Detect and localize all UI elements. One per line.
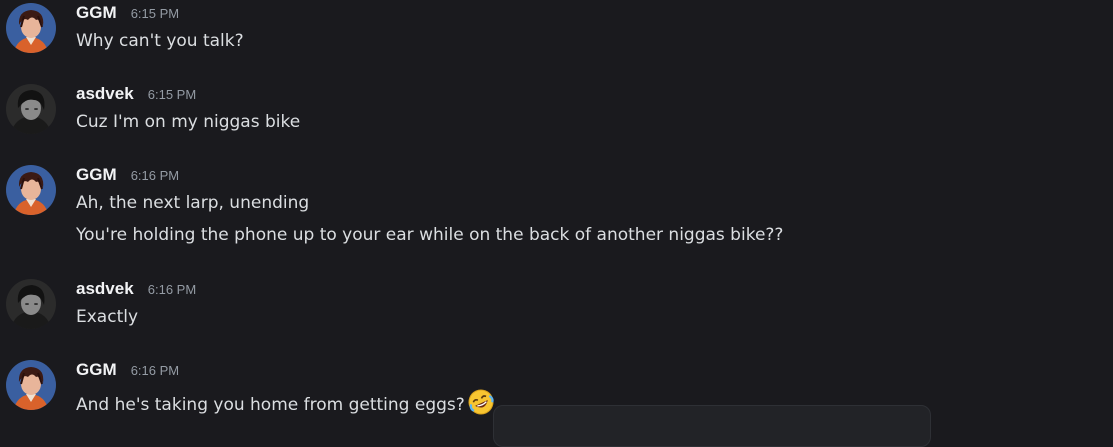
username[interactable]: GGM	[76, 360, 117, 379]
timestamp: 6:16 PM	[147, 282, 197, 297]
message-content: Ah, the next larp, unending	[76, 193, 310, 213]
username[interactable]: asdvek	[76, 84, 134, 103]
message-header: asdvek 6:16 PM	[76, 279, 196, 305]
avatar[interactable]	[6, 165, 56, 215]
username[interactable]: GGM	[76, 165, 117, 184]
message-header: asdvek 6:15 PM	[76, 84, 196, 110]
message-header: GGM 6:16 PM	[76, 165, 179, 191]
timestamp: 6:15 PM	[147, 87, 197, 102]
message-content: Cuz I'm on my niggas bike	[76, 112, 301, 132]
username[interactable]: asdvek	[76, 279, 134, 298]
message-content: You're holding the phone up to your ear …	[76, 225, 784, 245]
avatar[interactable]	[6, 3, 56, 53]
avatar[interactable]	[6, 360, 56, 410]
avatar[interactable]	[6, 84, 56, 134]
avatar[interactable]	[6, 279, 56, 329]
message-header: GGM 6:16 PM	[76, 360, 179, 386]
floating-popup-bar[interactable]	[493, 405, 931, 447]
message-header: GGM 6:15 PM	[76, 3, 179, 29]
timestamp: 6:15 PM	[130, 6, 180, 21]
message-text: And he's taking you home from getting eg…	[76, 395, 465, 415]
timestamp: 6:16 PM	[130, 363, 180, 378]
username[interactable]: GGM	[76, 3, 117, 22]
message-content: Why can't you talk?	[76, 31, 244, 51]
timestamp: 6:16 PM	[130, 168, 180, 183]
message-content: And he's taking you home from getting eg…	[76, 388, 495, 416]
message-content: Exactly	[76, 307, 139, 327]
rolling-on-floor-laughing-emoji[interactable]	[467, 388, 495, 416]
